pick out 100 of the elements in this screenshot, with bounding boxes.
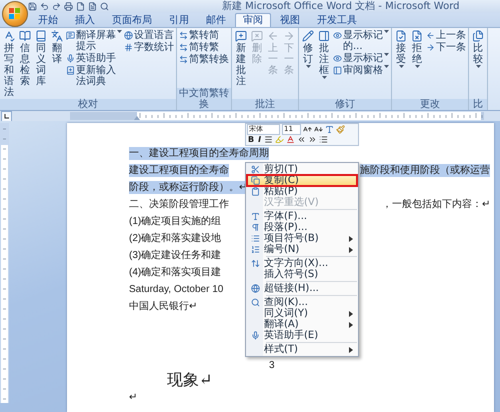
menu-item[interactable]: 同义词(Y) — [247, 308, 357, 319]
heading-text: 现象↵ — [167, 371, 212, 389]
group-label: 中文简繁转换 — [177, 88, 231, 110]
menu-item[interactable]: 字体(F)... — [247, 211, 357, 222]
swap-icon — [179, 55, 188, 64]
group-label: 比 — [469, 99, 487, 110]
caret-icon — [414, 65, 420, 69]
redo-icon[interactable] — [52, 2, 61, 11]
right-arrow-icon — [426, 43, 435, 52]
ribbon-tab[interactable]: 邮件 — [198, 13, 234, 27]
open-book-icon — [19, 30, 31, 42]
menu-item[interactable]: 项目符号(B) — [247, 233, 357, 244]
menu-item[interactable]: 编号(N) — [247, 244, 357, 255]
ribbon-button[interactable]: 更新输入法词典 — [66, 65, 122, 87]
paintbrush-icon[interactable] — [336, 124, 345, 134]
hash-icon — [124, 43, 133, 52]
page-icon[interactable] — [76, 2, 85, 11]
globe-icon — [124, 31, 133, 40]
ribbon-button[interactable]: 上一条 — [426, 30, 466, 41]
format-button[interactable]: I — [257, 134, 262, 144]
tab-stop-icon — [4, 114, 9, 119]
ribbon-tab[interactable]: 开始 — [30, 13, 66, 27]
ribbon-button[interactable]: 审阅窗格 — [333, 65, 389, 76]
ribbon-tab[interactable]: 页面布局 — [104, 13, 160, 27]
ribbon-button[interactable]: 翻译 — [50, 30, 64, 65]
menu-item[interactable]: 插入符号(S) — [247, 269, 357, 280]
ribbon-tab[interactable]: 视图 — [272, 13, 308, 27]
document-text: (1)确定项目实施的组 — [129, 215, 222, 228]
caret-icon — [398, 65, 404, 69]
paragraph-icon — [251, 223, 260, 232]
add-comment-icon — [235, 30, 247, 42]
menu-item[interactable]: 超链接(H)... — [247, 283, 357, 294]
align-icon[interactable] — [264, 134, 274, 144]
save-icon[interactable] — [28, 2, 37, 11]
tab-stop-selector[interactable] — [1, 111, 12, 122]
ribbon-button[interactable]: 字数统计 — [124, 42, 174, 53]
left-arrow-icon — [426, 31, 435, 40]
document-text: ↵ — [129, 391, 137, 404]
font-color-icon[interactable] — [286, 134, 296, 144]
menu-item[interactable]: 查阅(K)... — [247, 297, 357, 308]
shrink-font-icon[interactable] — [314, 124, 323, 134]
delete-comment-icon — [251, 30, 263, 42]
ribbon-button[interactable]: 繁转简 — [179, 30, 229, 41]
double-chevron-left-icon[interactable] — [297, 134, 306, 144]
bullet-list-icon — [251, 234, 260, 243]
styles-icon[interactable] — [325, 124, 334, 134]
ribbon-button[interactable]: 显示标记 — [333, 53, 389, 64]
ribbon-button[interactable]: 显示标记的... — [333, 30, 389, 52]
ribbon-tab[interactable]: 引用 — [161, 13, 197, 27]
group-label: 修订 — [299, 99, 391, 110]
ribbon-button[interactable]: 简繁转换 — [179, 54, 229, 65]
ribbon-button[interactable]: 拒绝 — [410, 30, 424, 69]
document-text: 二、决策阶段管理工作 — [129, 198, 229, 211]
menu-item[interactable]: 英语助手(E) — [247, 330, 357, 341]
menu-item[interactable]: 翻译(A) — [247, 319, 357, 330]
ribbon-button[interactable]: 英语助手 — [66, 53, 122, 64]
caret-icon — [384, 53, 389, 57]
search-icon[interactable] — [100, 2, 109, 11]
ribbon-tab[interactable]: 审阅 — [235, 13, 271, 27]
font-icon — [251, 212, 260, 221]
book-icon — [35, 30, 47, 42]
double-chevron-right-icon[interactable] — [308, 134, 318, 144]
printer-icon[interactable] — [64, 2, 73, 11]
ribbon-button[interactable]: 信息检索 — [18, 30, 32, 87]
undo-icon[interactable] — [40, 2, 49, 11]
menu-item[interactable]: 粘贴(P) — [247, 186, 357, 197]
menu-item[interactable]: 文字方向(X)... — [247, 258, 357, 269]
panel-icon — [333, 66, 342, 75]
ribbon-button[interactable]: 下一条 — [426, 42, 466, 53]
speech-bubble-icon — [66, 31, 75, 40]
ribbon-button[interactable]: 翻译屏幕提示 — [66, 30, 122, 52]
menu-item[interactable]: 样式(T) — [247, 344, 357, 355]
ribbon-button[interactable]: 新建批注 — [234, 30, 248, 87]
caret-icon — [384, 65, 389, 69]
ribbon-button[interactable]: 比较 — [471, 30, 485, 69]
ribbon-button[interactable]: 批注框 — [317, 30, 331, 80]
document-text: 施阶段和使用阶段（或称运营 — [360, 164, 490, 177]
ribbon-button[interactable]: 接受 — [394, 30, 408, 69]
caret-icon — [322, 76, 326, 80]
group-label: 校对 — [0, 99, 176, 110]
ribbon-tab[interactable]: 插入 — [67, 13, 103, 27]
format-button[interactable]: B — [247, 134, 256, 144]
swap-icon — [179, 43, 188, 52]
bullet-list-icon[interactable] — [319, 134, 328, 144]
ribbon-button[interactable]: 修订 — [301, 30, 315, 69]
menu-item[interactable]: 剪切(T) — [247, 164, 357, 175]
document-text: 一、建设工程项目的全寿命周期 — [129, 147, 269, 160]
ribbon-button[interactable]: 设置语言 — [124, 30, 174, 41]
group-label: 批注 — [232, 99, 298, 110]
ribbon-button[interactable]: 拼写和语法 — [2, 30, 16, 98]
left-arrow-icon — [267, 30, 279, 42]
document-text: (2)确定和落实建设地 — [129, 232, 222, 245]
group-label: 更改 — [392, 99, 468, 110]
ribbon-button[interactable]: 简转繁 — [179, 42, 229, 53]
document-icon[interactable] — [88, 2, 97, 11]
ribbon-tab[interactable]: 开发工具 — [309, 13, 365, 27]
grow-font-icon[interactable] — [303, 124, 312, 134]
ribbon-button[interactable]: 同义词库 — [34, 30, 48, 87]
document-text: (3)确定建设任务和建 — [129, 249, 222, 262]
menu-item[interactable]: 段落(P)... — [247, 222, 357, 233]
